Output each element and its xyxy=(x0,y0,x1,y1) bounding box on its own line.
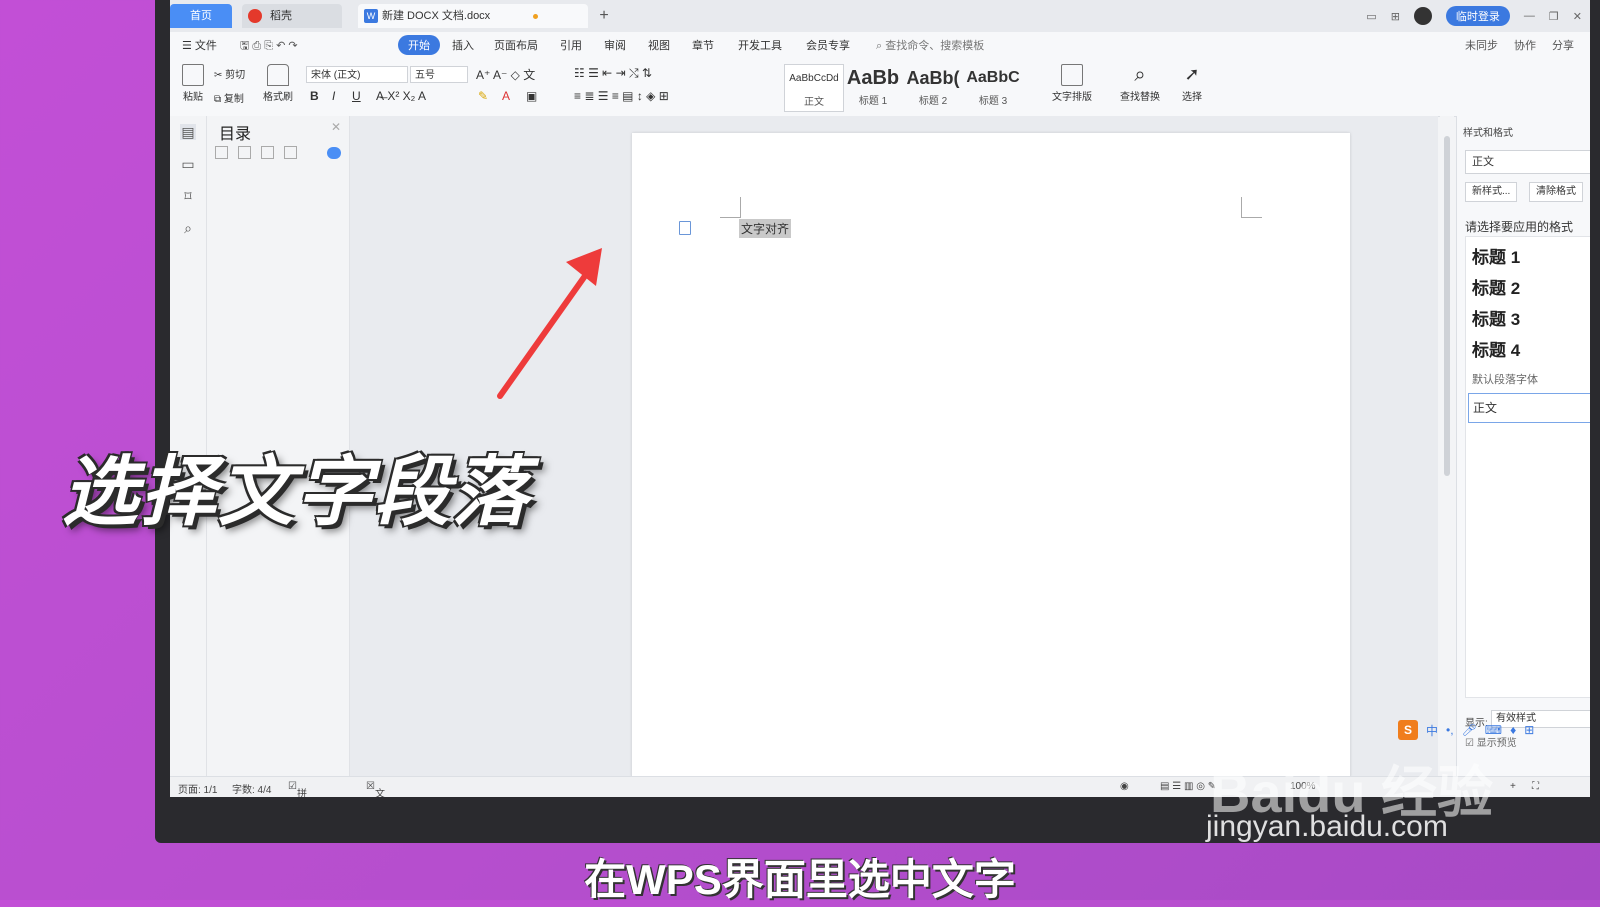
subtitle-caption: 在WPS界面里选中文字 xyxy=(584,856,1016,903)
overlay-title: 选择文字段落 xyxy=(62,450,530,535)
arrow-shaft xyxy=(497,263,595,399)
watermark-url: jingyan.baidu.com xyxy=(1206,810,1448,843)
